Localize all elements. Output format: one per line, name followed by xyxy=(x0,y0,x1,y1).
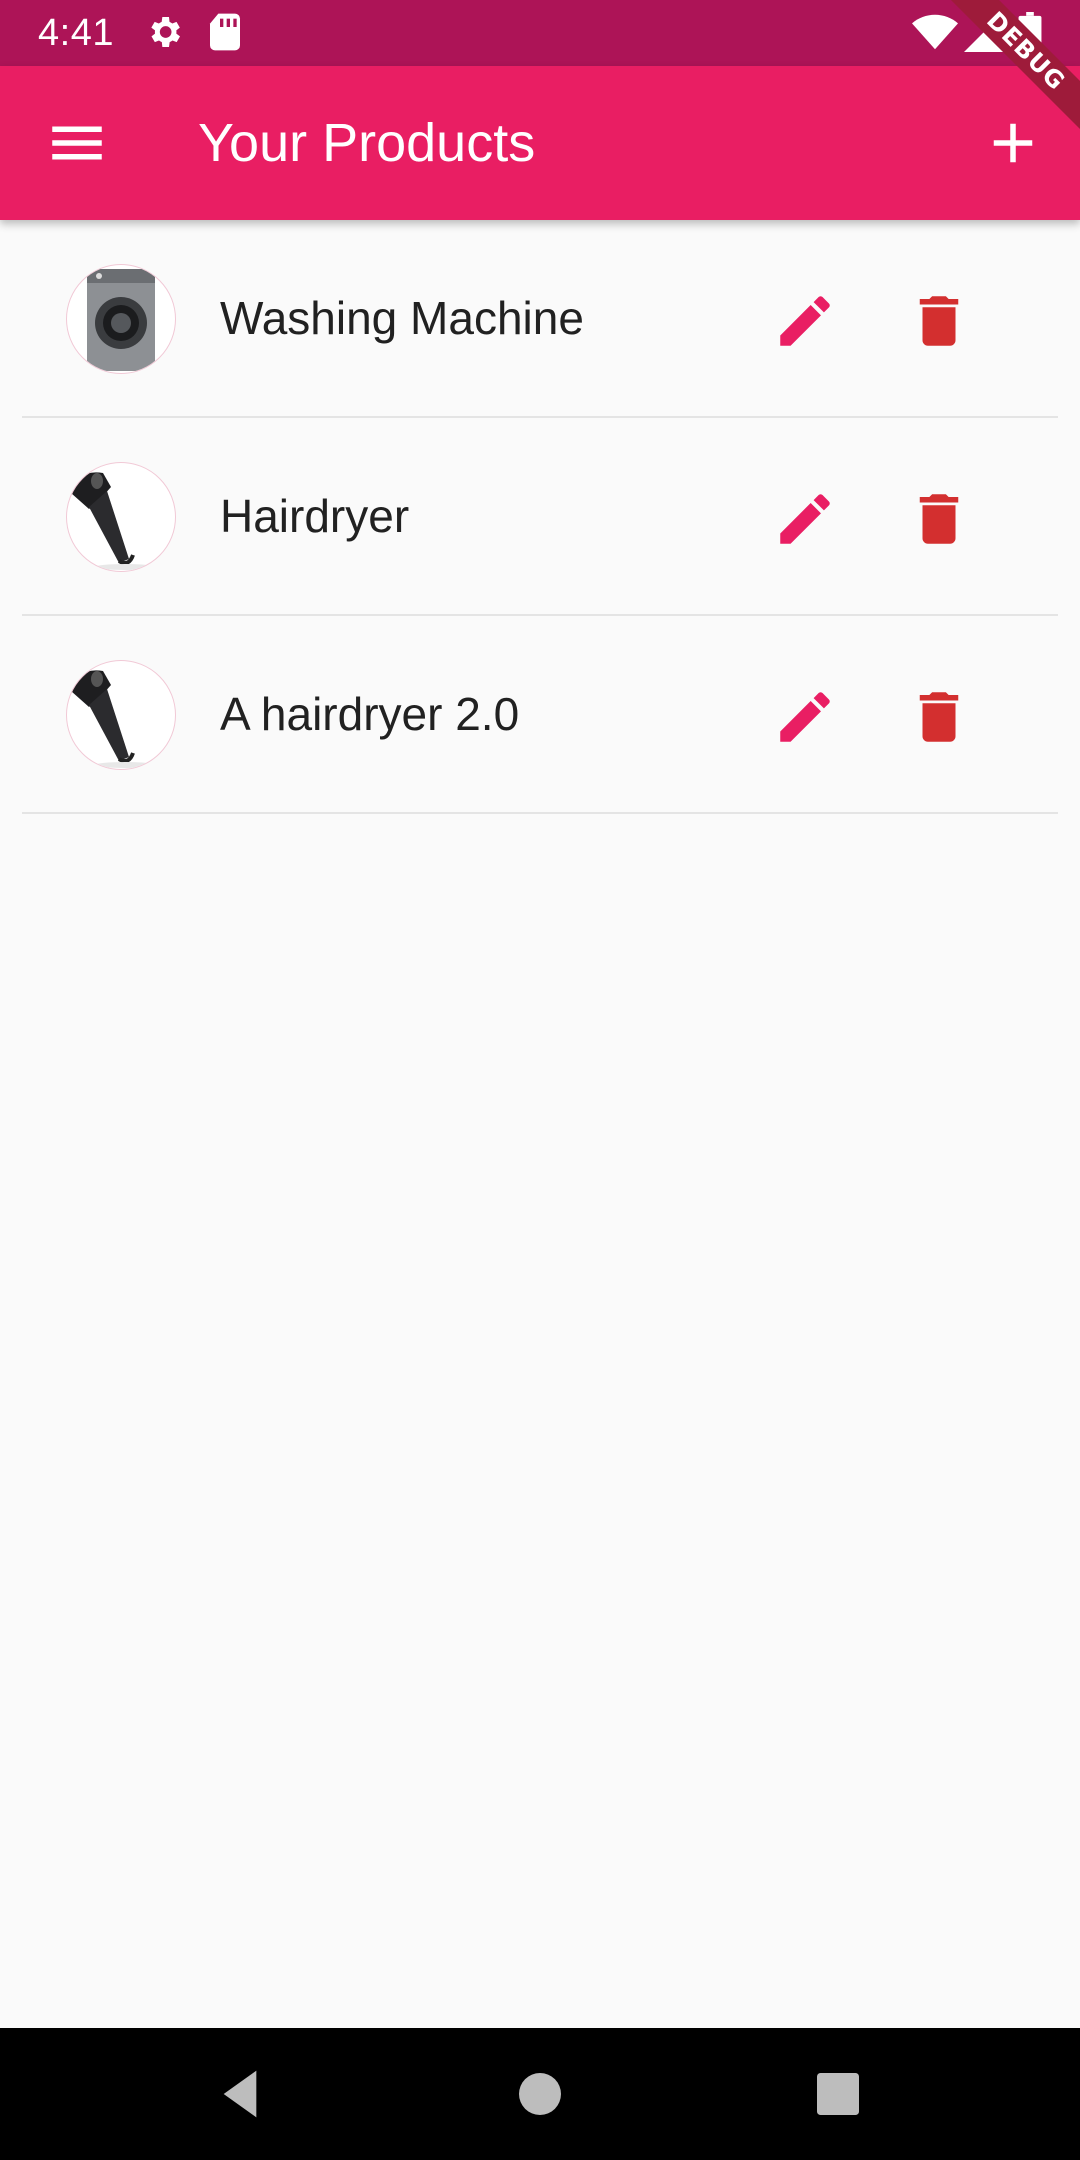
delete-button[interactable] xyxy=(906,684,972,750)
divider xyxy=(22,812,1058,814)
signal-icon xyxy=(964,12,1004,52)
battery-icon xyxy=(1018,12,1042,54)
edit-button[interactable] xyxy=(772,486,838,552)
menu-icon xyxy=(52,126,102,160)
product-title: A hairdryer 2.0 xyxy=(220,688,520,740)
product-title: Washing Machine xyxy=(220,292,584,344)
page-title: Your Products xyxy=(198,113,536,173)
recents-icon[interactable] xyxy=(810,2066,866,2122)
status-bar: 4:41 xyxy=(0,0,1080,66)
wifi-icon xyxy=(912,14,958,50)
system-nav-bar xyxy=(0,2028,1080,2160)
edit-icon xyxy=(780,296,830,346)
delete-button[interactable] xyxy=(906,288,972,354)
product-image xyxy=(66,462,176,572)
delete-button[interactable] xyxy=(906,486,972,552)
back-icon[interactable] xyxy=(212,2066,268,2122)
product-image xyxy=(66,660,176,770)
list-item: A hairdryer 2.0 xyxy=(0,616,1080,814)
status-time: 4:41 xyxy=(38,12,114,54)
settings-icon xyxy=(151,17,180,47)
app-bar: Your Products xyxy=(0,66,1080,220)
trash-icon xyxy=(919,692,959,742)
edit-button[interactable] xyxy=(772,288,838,354)
washing-machine-icon xyxy=(87,269,155,371)
product-image xyxy=(66,264,176,374)
hairdryer-icon xyxy=(71,472,155,570)
home-icon[interactable] xyxy=(512,2066,568,2122)
add-product-button[interactable] xyxy=(980,110,1046,176)
product-title: Hairdryer xyxy=(220,490,410,542)
list-item: Washing Machine xyxy=(0,220,1080,418)
product-list: Washing Machine Hairdryer A hairdryer 2.… xyxy=(0,220,1080,814)
edit-icon xyxy=(780,494,830,544)
add-icon xyxy=(993,123,1033,163)
menu-button[interactable] xyxy=(44,110,110,176)
trash-icon xyxy=(919,296,959,346)
edit-button[interactable] xyxy=(772,684,838,750)
edit-icon xyxy=(780,692,830,742)
list-item: Hairdryer xyxy=(0,418,1080,616)
trash-icon xyxy=(919,494,959,544)
sd-card-icon xyxy=(210,13,240,51)
hairdryer-icon xyxy=(71,670,155,768)
